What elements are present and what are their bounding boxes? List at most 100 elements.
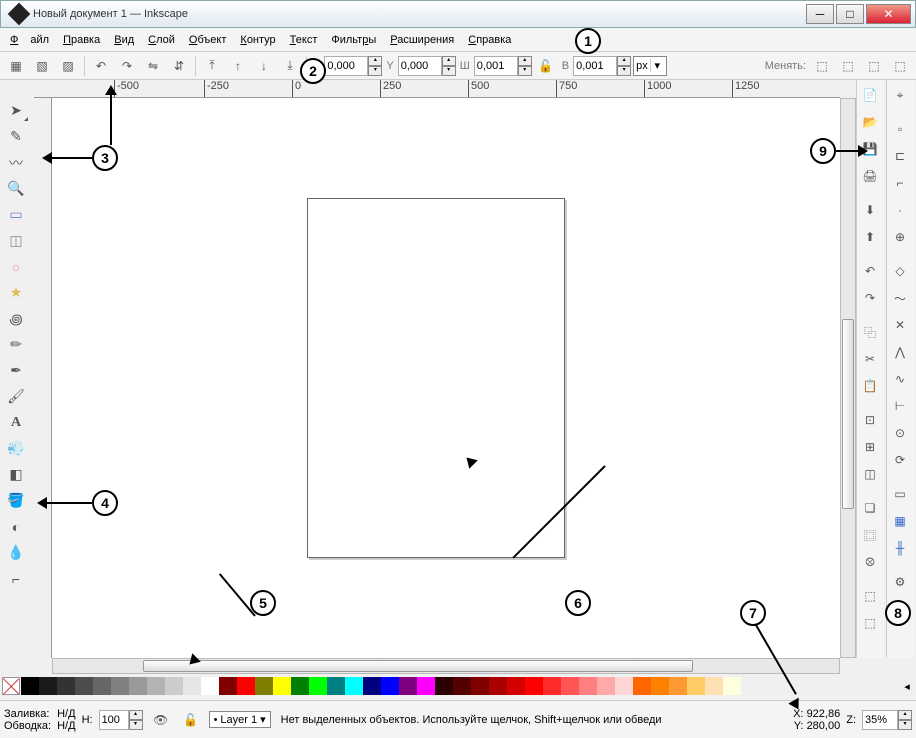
select-all-layers-icon[interactable]: ▧ — [30, 54, 54, 78]
palette-menu-icon[interactable]: ◂ — [900, 680, 914, 693]
color-swatch[interactable] — [453, 677, 471, 695]
cut-icon[interactable]: ✂ — [857, 346, 883, 372]
menu-extensions[interactable]: Расширения — [384, 31, 460, 49]
bezier-tool-icon[interactable]: ✒ — [2, 358, 30, 383]
box3d-tool-icon[interactable]: ◫ — [2, 228, 30, 253]
color-swatch[interactable] — [417, 677, 435, 695]
menu-text[interactable]: Текст — [284, 31, 324, 49]
menu-help[interactable]: Справка — [462, 31, 517, 49]
zoom-drawing-icon[interactable]: ⊞ — [857, 434, 883, 460]
flip-v-icon[interactable]: ⇵ — [167, 54, 191, 78]
color-swatch[interactable] — [219, 677, 237, 695]
color-swatch[interactable] — [543, 677, 561, 695]
duplicate-icon[interactable]: ❏ — [857, 495, 883, 521]
snap-rotation-icon[interactable]: ⟳ — [887, 447, 913, 473]
calligraphy-tool-icon[interactable]: 🖌 — [2, 384, 30, 409]
color-swatches[interactable] — [21, 677, 900, 695]
snap-cusp-icon[interactable]: ⋀ — [887, 339, 913, 365]
copy-icon[interactable]: ⿻ — [857, 319, 883, 345]
print-icon[interactable]: 🖨 — [857, 163, 883, 189]
color-swatch[interactable] — [705, 677, 723, 695]
paste-icon[interactable]: 📋 — [857, 373, 883, 399]
close-button[interactable]: ✕ — [866, 4, 911, 24]
snap-edge-icon[interactable]: ⊏ — [887, 143, 913, 169]
rotate-cw-icon[interactable]: ↷ — [115, 54, 139, 78]
opacity-spinner[interactable]: ▴▾ — [99, 710, 143, 730]
ruler-horizontal[interactable]: -500 -250 0 250 500 750 1000 1250 — [34, 80, 840, 98]
lower-icon[interactable]: ↓ — [252, 54, 276, 78]
color-swatch[interactable] — [363, 677, 381, 695]
lock-layer-icon[interactable]: 🔓 — [179, 708, 203, 732]
color-swatch[interactable] — [21, 677, 39, 695]
menu-object[interactable]: Объект — [183, 31, 232, 49]
color-swatch[interactable] — [129, 677, 147, 695]
open-icon[interactable]: 📂 — [857, 109, 883, 135]
affect-move-icon[interactable]: ⬚ — [810, 54, 834, 78]
ruler-vertical[interactable] — [34, 98, 52, 658]
zoom-spinner[interactable]: ▴▾ — [862, 710, 912, 730]
ungroup-icon[interactable]: ⬚ — [857, 610, 883, 636]
zoom-page-icon[interactable]: ◫ — [857, 461, 883, 487]
eraser-tool-icon[interactable]: ◧ — [2, 462, 30, 487]
flip-h-icon[interactable]: ⇋ — [141, 54, 165, 78]
spiral-tool-icon[interactable]: ꩜ — [2, 306, 30, 331]
node-tool-icon[interactable]: ✎ — [2, 124, 30, 149]
snap-nodes-icon[interactable]: ◇ — [887, 258, 913, 284]
menu-path[interactable]: Контур — [234, 31, 281, 49]
tweak-tool-icon[interactable]: 〰 — [2, 150, 30, 175]
snap-page-icon[interactable]: ▭ — [887, 481, 913, 507]
undo-icon[interactable]: ↶ — [857, 258, 883, 284]
menu-edit[interactable]: Правка — [57, 31, 106, 49]
vertical-scrollbar[interactable] — [840, 98, 856, 658]
color-swatch[interactable] — [39, 677, 57, 695]
unlink-icon[interactable]: ⮾ — [857, 549, 883, 575]
color-swatch[interactable] — [111, 677, 129, 695]
canvas-area[interactable] — [52, 98, 840, 658]
new-doc-icon[interactable]: 📄 — [857, 82, 883, 108]
bucket-tool-icon[interactable]: 🪣 — [2, 488, 30, 513]
lock-icon[interactable]: 🔓 — [534, 54, 558, 78]
color-swatch[interactable] — [75, 677, 93, 695]
x-spinner[interactable]: ▴▾ — [324, 56, 382, 76]
minimize-button[interactable]: ─ — [806, 4, 834, 24]
menu-filters[interactable]: Фильтры — [325, 31, 382, 49]
color-swatch[interactable] — [255, 677, 273, 695]
export-icon[interactable]: ⬆ — [857, 224, 883, 250]
snap-smooth-icon[interactable]: ∿ — [887, 366, 913, 392]
color-swatch[interactable] — [93, 677, 111, 695]
menu-file[interactable]: Файл — [4, 31, 55, 49]
color-swatch[interactable] — [561, 677, 579, 695]
color-swatch[interactable] — [273, 677, 291, 695]
color-swatch[interactable] — [615, 677, 633, 695]
raise-icon[interactable]: ↑ — [226, 54, 250, 78]
color-swatch[interactable] — [165, 677, 183, 695]
color-swatch[interactable] — [489, 677, 507, 695]
affect-gradient-icon[interactable]: ⬚ — [888, 54, 912, 78]
affect-scale-icon[interactable]: ⬚ — [836, 54, 860, 78]
spray-tool-icon[interactable]: 💨 — [2, 436, 30, 461]
color-swatch[interactable] — [669, 677, 687, 695]
snap-line-mid-icon[interactable]: ⊢ — [887, 393, 913, 419]
color-swatch[interactable] — [399, 677, 417, 695]
snap-path-icon[interactable]: 〜 — [887, 285, 913, 311]
color-swatch[interactable] — [471, 677, 489, 695]
menu-layer[interactable]: Слой — [142, 31, 181, 49]
rect-tool-icon[interactable]: ▭ — [2, 202, 30, 227]
snap-object-center-icon[interactable]: ⊙ — [887, 420, 913, 446]
snap-bbox-icon[interactable]: ▫ — [887, 116, 913, 142]
color-swatch[interactable] — [291, 677, 309, 695]
color-swatch[interactable] — [345, 677, 363, 695]
snap-grid-icon[interactable]: ▦ — [887, 508, 913, 534]
text-tool-icon[interactable]: A — [2, 410, 30, 435]
y-spinner[interactable]: ▴▾ — [398, 56, 456, 76]
snap-intersection-icon[interactable]: ✕ — [887, 312, 913, 338]
snap-guide-icon[interactable]: ╫ — [887, 535, 913, 561]
menu-view[interactable]: Вид — [108, 31, 140, 49]
select-tool-icon[interactable]: ➤ — [2, 98, 30, 123]
rotate-ccw-icon[interactable]: ↶ — [89, 54, 113, 78]
no-color-swatch[interactable] — [2, 677, 20, 695]
color-swatch[interactable] — [327, 677, 345, 695]
raise-top-icon[interactable]: ⤒ — [200, 54, 224, 78]
star-tool-icon[interactable]: ★ — [2, 280, 30, 305]
h-spinner[interactable]: ▴▾ — [573, 56, 631, 76]
